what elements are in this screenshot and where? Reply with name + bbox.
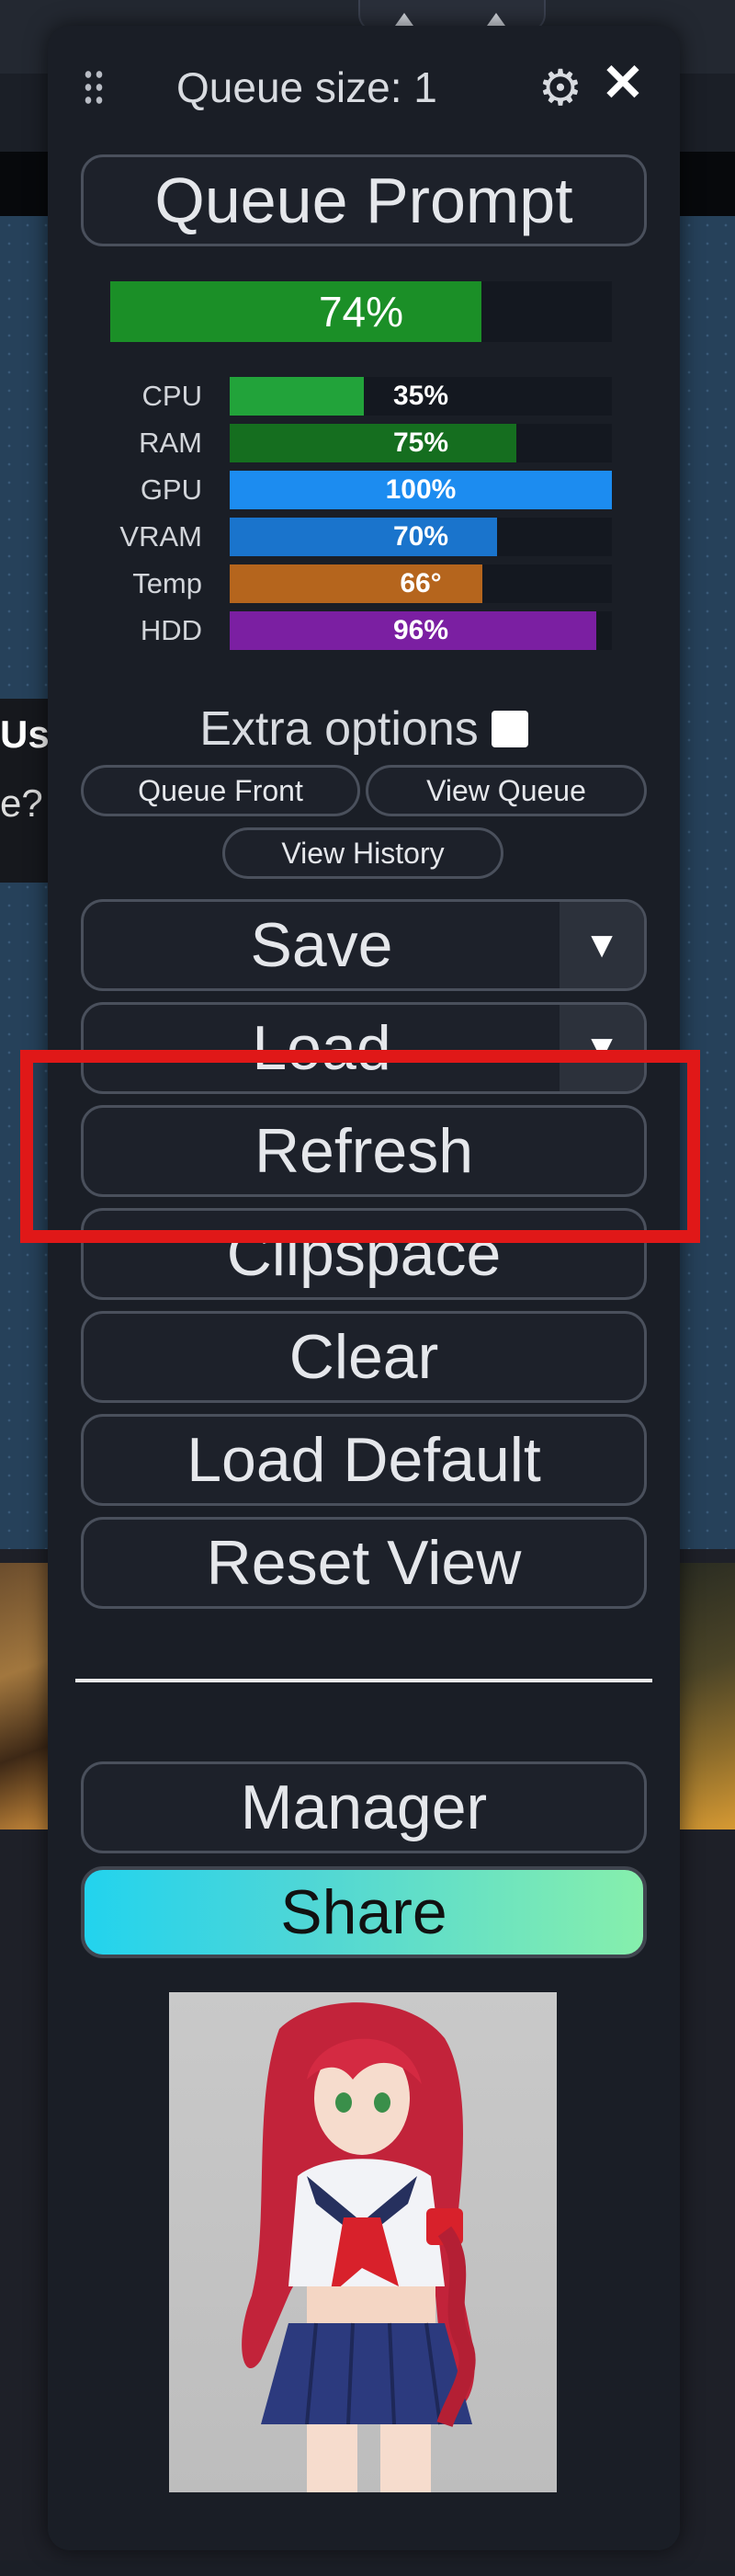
stat-row-cpu: CPU 35% [48,375,680,417]
stat-label: Temp [132,567,202,599]
stat-value: 70% [392,521,449,552]
view-queue-button[interactable]: View Queue [366,765,647,816]
output-preview-image[interactable] [169,1992,557,2492]
queue-prompt-button[interactable]: Queue Prompt [81,154,647,246]
clear-button[interactable]: Clear [81,1311,647,1403]
stat-row-ram: RAM 75% [48,422,680,464]
progress-label: 74% [318,288,404,336]
stat-value: 75% [392,427,449,458]
stat-bar: 100% [230,471,612,509]
queue-progress-bar: 74% [110,281,612,342]
extra-options-row: Extra options [48,697,680,761]
stat-bar: 66° [230,564,612,603]
extra-options-checkbox[interactable] [491,711,528,747]
node-text: e? [0,781,43,825]
comfy-menu-panel: Queue size: 1 ⚙ ✕ Queue Prompt 74% CPU 35… [48,26,680,2550]
stat-value: 66° [400,568,442,598]
view-history-button[interactable]: View History [222,827,503,879]
stat-row-vram: VRAM 70% [48,516,680,558]
stat-label: CPU [141,380,202,412]
workspace-node-card: Use e? [0,699,71,883]
stat-row-gpu: GPU 100% [48,469,680,511]
stat-bar: 96% [230,611,612,650]
queue-front-button[interactable]: Queue Front [81,765,360,816]
reset-view-button[interactable]: Reset View [81,1517,647,1609]
chevron-down-icon[interactable]: ▼ [560,902,644,988]
stat-value: 35% [392,381,449,411]
workspace-image-node [0,1563,55,1829]
stat-label: RAM [139,427,202,459]
stat-label: HDD [140,614,202,646]
stat-value: 100% [385,474,457,505]
load-default-button[interactable]: Load Default [81,1414,647,1506]
save-button[interactable]: Save ▼ [81,899,647,991]
workspace-image-node [680,1563,735,1829]
stat-bar: 35% [230,377,612,416]
extra-options-label: Extra options [199,702,479,756]
stat-row-temp: Temp 66° [48,563,680,605]
gear-icon[interactable]: ⚙ [535,63,586,114]
divider [75,1679,652,1682]
stat-label: GPU [140,473,202,506]
stat-row-hdd: HDD 96% [48,610,680,652]
share-button[interactable]: Share [81,1866,647,1958]
character-illustration [242,2002,476,2492]
nav-arrow-icon[interactable] [487,13,505,26]
queue-size-label: Queue size: 1 [176,63,437,111]
save-label: Save [250,910,393,980]
drag-handle-icon[interactable] [83,68,105,107]
highlight-box [20,1050,700,1243]
stat-bar: 75% [230,424,612,462]
nav-arrow-icon[interactable] [395,13,413,26]
stat-value: 96% [392,615,449,645]
stat-label: VRAM [119,520,202,553]
stat-bar: 70% [230,518,612,556]
manager-button[interactable]: Manager [81,1761,647,1853]
close-icon[interactable]: ✕ [597,57,649,108]
